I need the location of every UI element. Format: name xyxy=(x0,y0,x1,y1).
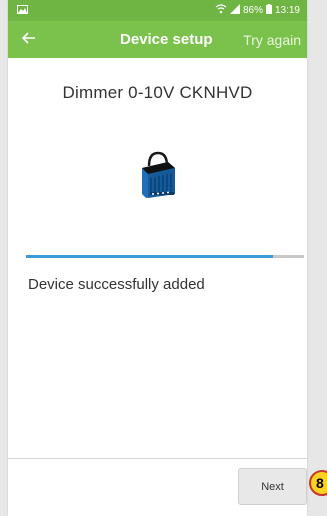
device-name: Dimmer 0-10V CKNHVD xyxy=(62,83,253,102)
status-bar: 86% 13:19 xyxy=(8,0,307,21)
clock: 13:19 xyxy=(274,5,300,16)
app-bar: Device setup Try again xyxy=(8,21,307,58)
status-indicators: 86% 13:19 xyxy=(215,4,300,17)
cell-signal-icon xyxy=(229,4,240,17)
gallery-notification-icon xyxy=(17,4,28,17)
arrow-left-icon xyxy=(21,31,36,49)
try-again-button[interactable]: Try again xyxy=(243,32,301,48)
progress-fill xyxy=(26,255,274,258)
footer-divider xyxy=(8,458,307,459)
status-message: Device successfully added xyxy=(28,276,205,293)
wifi-signal-icon xyxy=(215,4,227,17)
progress-bar xyxy=(26,255,304,258)
dimmer-module-icon xyxy=(138,150,178,205)
battery-percent: 86% xyxy=(242,5,263,16)
device-image xyxy=(8,150,307,205)
back-button[interactable] xyxy=(17,28,41,52)
phone-screen: 86% 13:19 Device setup Try again Dimmer … xyxy=(8,0,307,516)
battery-icon xyxy=(265,4,272,17)
page-title: Device setup xyxy=(120,31,213,48)
next-button[interactable]: Next xyxy=(238,468,307,505)
step-number-badge: 8 xyxy=(309,470,327,496)
